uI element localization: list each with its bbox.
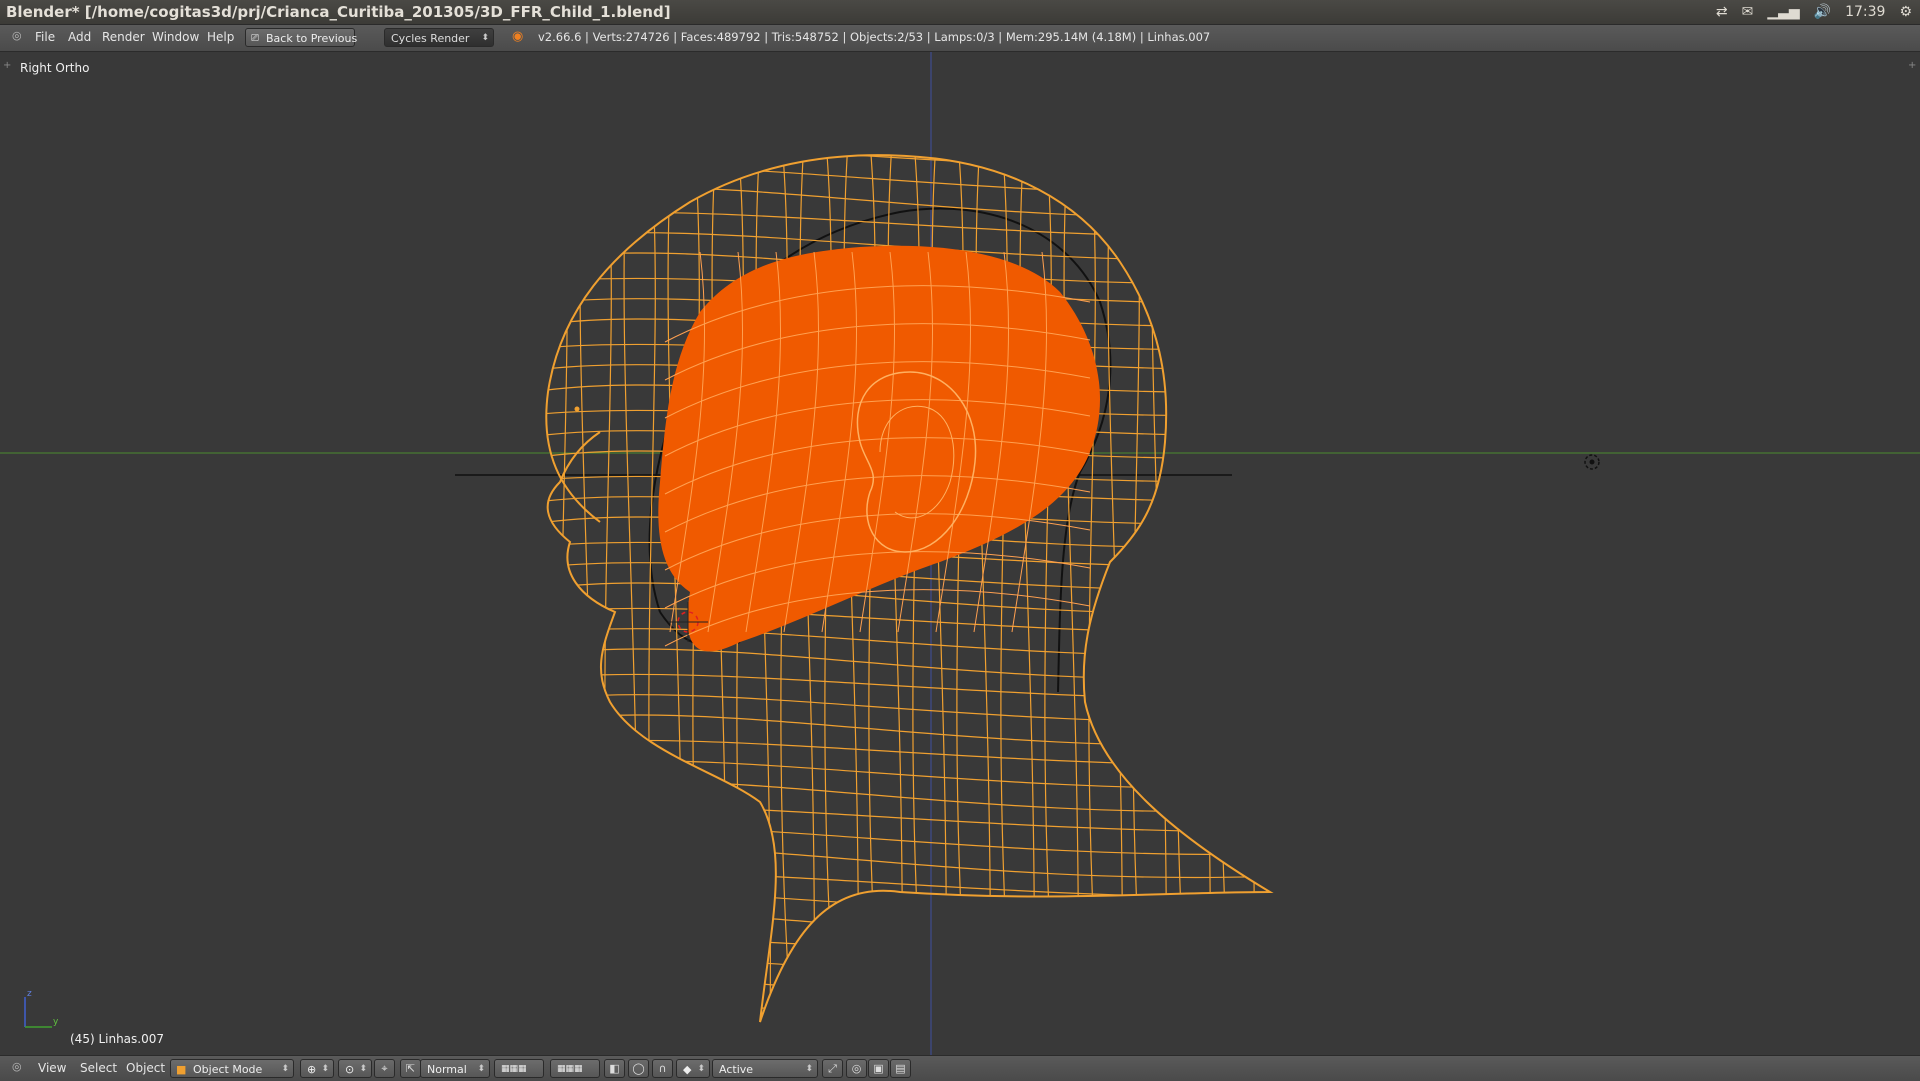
updown-arrows-icon: ⬍	[477, 1064, 485, 1074]
view-name-label: Right Ortho	[20, 61, 90, 75]
align-rotation-icon[interactable]: ⤢	[822, 1059, 843, 1078]
menu-object[interactable]: Object	[126, 1061, 165, 1075]
wire-meridian	[579, 155, 595, 1023]
screen-back-icon: ⎚	[251, 33, 259, 44]
signal-icon[interactable]: ▁▃▅	[1767, 4, 1799, 20]
snap-element-select[interactable]: ◆ ⬍	[676, 1059, 710, 1078]
volume-icon[interactable]: 🔊	[1814, 4, 1831, 20]
mode-value: Object Mode	[193, 1063, 263, 1076]
lock-layers-icon[interactable]: ◧	[604, 1059, 625, 1078]
system-tray: ⇄ ✉ ▁▃▅ 🔊 17:39 ⚙	[1716, 0, 1920, 24]
back-to-previous-label: Back to Previous	[266, 32, 358, 45]
transform-orientation-icon[interactable]: ⇱	[400, 1059, 421, 1078]
layer-buttons-b[interactable]: ▦▦▦	[550, 1059, 600, 1078]
wire-parallel	[546, 628, 1270, 658]
render-engine-select[interactable]: Cycles Render ⬍	[384, 28, 494, 47]
wire-meridian	[1239, 155, 1255, 1023]
wire-meridian	[1264, 155, 1270, 1023]
wire-parallel	[546, 155, 1270, 173]
lamp-icon[interactable]	[1584, 454, 1600, 470]
camera-render-icon[interactable]: ▣	[868, 1059, 889, 1078]
object-mode-icon: ■	[176, 1063, 187, 1076]
updown-arrows-icon: ⬍	[281, 1064, 289, 1074]
pivot-point-select[interactable]: ⊙ ⬍	[338, 1059, 372, 1078]
menu-select[interactable]: Select	[80, 1061, 117, 1075]
render-preview-icon[interactable]: ◎	[846, 1059, 867, 1078]
menu-add[interactable]: Add	[68, 30, 91, 44]
wire-meridian	[1088, 155, 1101, 1023]
menu-window[interactable]: Window	[152, 30, 199, 44]
wire-meridian	[1176, 155, 1189, 1023]
object-origin-dot[interactable]	[574, 406, 580, 412]
gear-icon[interactable]: ⚙	[1899, 4, 1912, 20]
wire-meridian	[604, 155, 617, 1023]
updown-arrows-icon: ⬍	[805, 1064, 813, 1074]
window-titlebar: Blender* [/home/cogitas3d/prj/Crianca_Cu…	[0, 0, 1920, 25]
3d-viewport[interactable]: z y Right Ortho (45) Linhas.007 + +	[0, 52, 1920, 1055]
opengl-render-icon[interactable]: ▤	[890, 1059, 911, 1078]
wire-parallel	[546, 211, 1270, 239]
snap-element-icon: ◆	[683, 1063, 692, 1076]
editor-type-icon[interactable]: ◎	[12, 29, 22, 42]
wire-parallel	[546, 958, 1270, 988]
info-header: ◎ File Add Render Window Help ⎚ Back to …	[0, 25, 1920, 52]
wire-meridian	[1132, 155, 1145, 1023]
editor-type-icon-3d[interactable]: ◎	[12, 1060, 22, 1073]
wire-meridian	[546, 155, 551, 1023]
wire-meridian	[1107, 155, 1123, 1023]
manipulator-toggle[interactable]: ⌖	[374, 1059, 395, 1078]
viewport-canvas[interactable]: z y	[0, 52, 1920, 1055]
wire-parallel	[546, 166, 1270, 196]
scene-stats: v2.66.6 | Verts:274726 | Faces:489792 | …	[538, 30, 1211, 44]
axis-y-label: y	[53, 1017, 59, 1027]
snap-target-select[interactable]: Active ⬍	[712, 1059, 818, 1078]
active-object-label: (45) Linhas.007	[70, 1032, 165, 1046]
wire-meridian	[560, 155, 573, 1023]
wire-meridian	[1044, 155, 1057, 1023]
viewport-shading-select[interactable]: ⊕ ⬍	[300, 1059, 334, 1078]
menu-render[interactable]: Render	[102, 30, 145, 44]
snap-target-value: Active	[719, 1063, 754, 1076]
area-split-corner-tl[interactable]: +	[3, 61, 11, 71]
wire-parallel	[546, 1003, 1270, 1023]
updown-arrows-icon: ⬍	[697, 1064, 705, 1074]
updown-arrows-icon: ⬍	[359, 1064, 367, 1074]
wire-meridian	[667, 155, 683, 1023]
proportional-edit-icon[interactable]: ◯	[628, 1059, 649, 1078]
wire-parallel	[546, 892, 1270, 922]
pivot-icon: ⊙	[345, 1063, 355, 1076]
orientation-select[interactable]: Normal ⬍	[420, 1059, 490, 1078]
wire-parallel	[546, 937, 1270, 965]
wire-parallel	[546, 780, 1270, 813]
wire-parallel	[546, 912, 1270, 945]
updown-arrows-icon: ⬍	[481, 33, 489, 43]
orientation-value: Normal	[427, 1063, 467, 1076]
wire-parallel	[546, 978, 1270, 1011]
mail-icon[interactable]: ✉	[1742, 4, 1754, 20]
wire-meridian	[1151, 155, 1167, 1023]
window-title: Blender* [/home/cogitas3d/prj/Crianca_Cu…	[6, 3, 671, 21]
clock[interactable]: 17:39	[1845, 4, 1885, 20]
axis-z-label: z	[27, 989, 32, 999]
3d-view-header: ◎ View Select Object ■ Object Mode ⬍ ⊕ ⬍…	[0, 1055, 1920, 1081]
updown-arrows-icon: ⬍	[321, 1064, 329, 1074]
network-swap-icon[interactable]: ⇄	[1716, 4, 1728, 20]
blender-logo-icon: ◉	[512, 29, 524, 44]
axis-gizmo: z y	[24, 989, 59, 1028]
wire-meridian	[1195, 155, 1211, 1023]
snap-magnet-icon[interactable]: ∩	[652, 1059, 673, 1078]
menu-view[interactable]: View	[38, 1061, 66, 1075]
menu-help[interactable]: Help	[207, 30, 234, 44]
mode-select[interactable]: ■ Object Mode ⬍	[170, 1059, 294, 1078]
menu-file[interactable]: File	[35, 30, 55, 44]
area-split-corner-tr[interactable]: +	[1908, 61, 1916, 71]
brain-object[interactable]	[658, 245, 1100, 652]
render-engine-value: Cycles Render	[391, 32, 470, 45]
wire-meridian	[623, 155, 639, 1023]
back-to-previous-button[interactable]: ⎚ Back to Previous	[245, 28, 358, 47]
wire-meridian	[1220, 155, 1233, 1023]
layer-buttons-a[interactable]: ▦▦▦	[494, 1059, 544, 1078]
shading-wire-icon: ⊕	[307, 1063, 317, 1076]
